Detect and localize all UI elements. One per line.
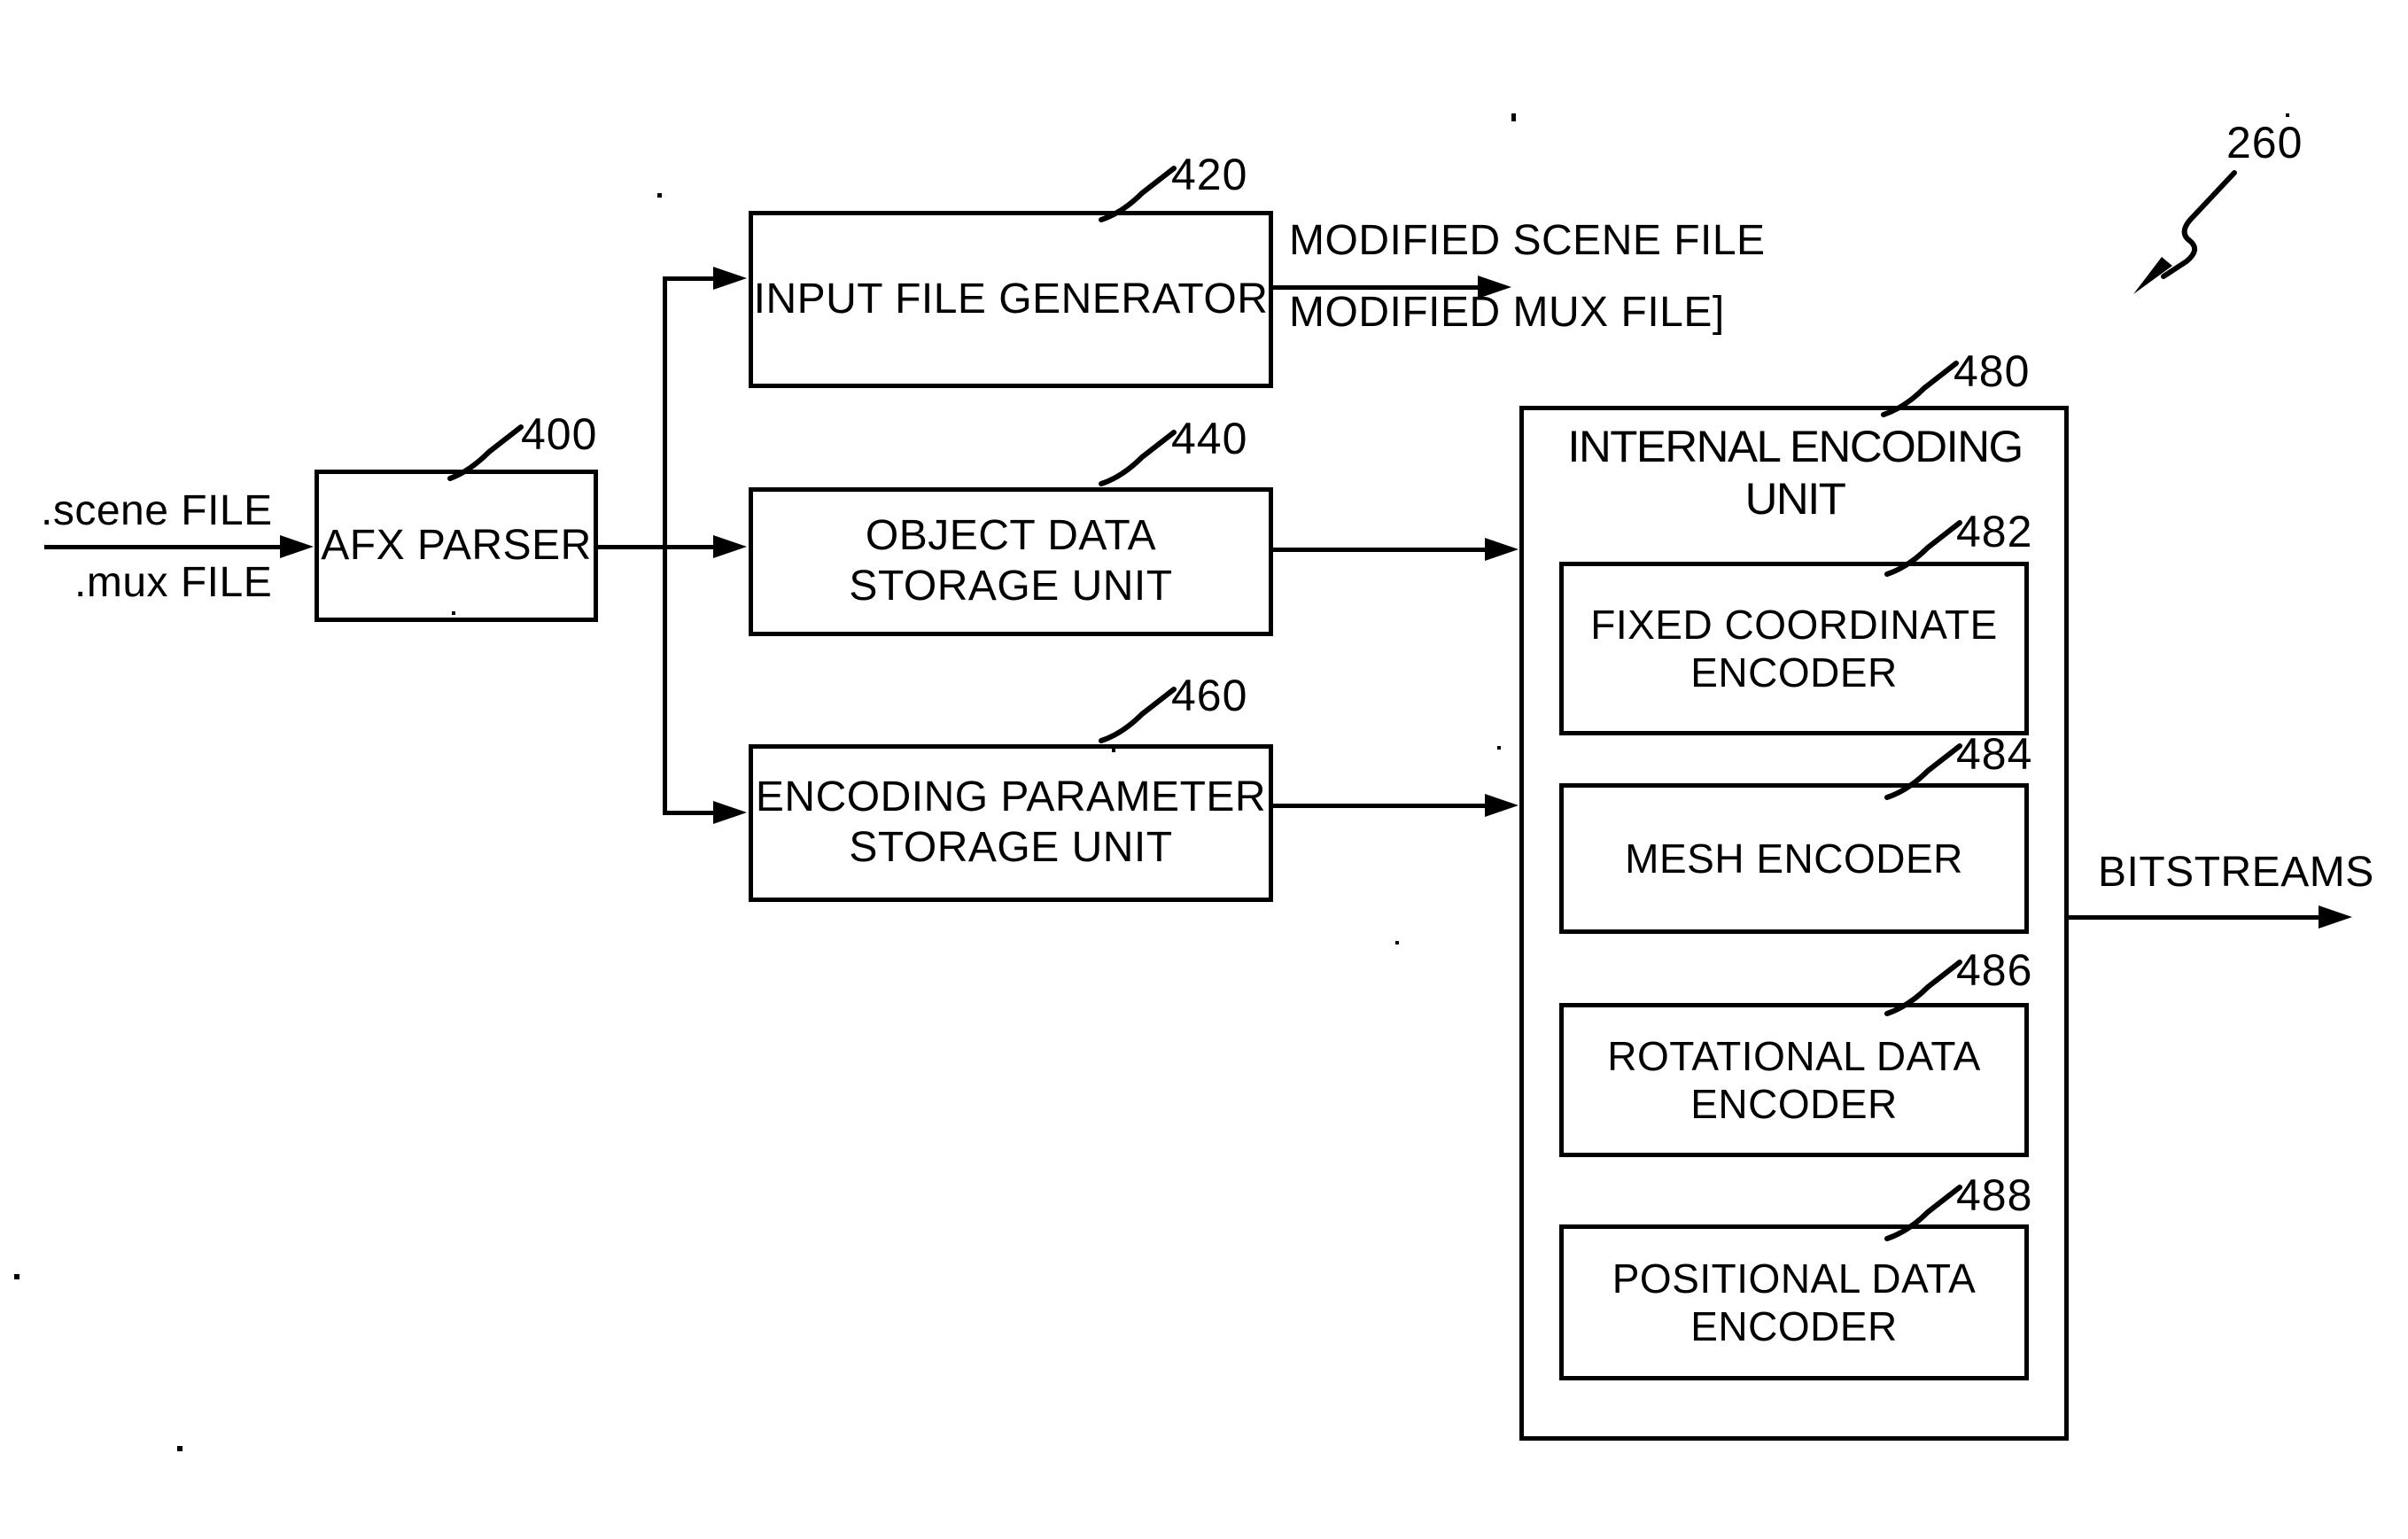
reference-numeral-486: 486 — [1956, 945, 2033, 995]
branch-to-encoding-parameter-storage — [663, 811, 716, 815]
reference-numeral-440: 440 — [1171, 414, 1248, 463]
block-input-file-generator[interactable]: INPUT FILE GENERATOR — [749, 211, 1277, 392]
reference-numeral-482: 482 — [1956, 507, 2033, 556]
block-afx-parser[interactable]: AFX PARSER — [315, 470, 602, 626]
block-rotational-data-encoder-label: ROTATIONAL DATA ENCODER — [1607, 1032, 1981, 1127]
arrowhead-object-data-storage — [713, 535, 747, 558]
block-positional-data-encoder-label: POSITIONAL DATA ENCODER — [1612, 1255, 1977, 1349]
reference-numeral-420: 420 — [1171, 150, 1248, 199]
label-modified-scene-file: MODIFIED SCENE FILE — [1289, 217, 1766, 264]
block-rotational-data-encoder[interactable]: ROTATIONAL DATA ENCODER — [1559, 1003, 2032, 1161]
block-object-data-storage-unit[interactable]: OBJECT DATA STORAGE UNIT — [749, 487, 1277, 640]
label-mux-file: .mux FILE — [74, 559, 273, 606]
arrowhead-object-data-to-encoder — [1485, 538, 1519, 561]
block-encoding-parameter-storage-unit[interactable]: ENCODING PARAMETER STORAGE UNIT — [749, 744, 1277, 906]
label-bitstreams: BITSTREAMS — [2098, 849, 2374, 896]
label-scene-file: .scene FILE — [41, 487, 273, 534]
scan-speck — [452, 611, 455, 615]
scan-speck — [1395, 941, 1399, 944]
label-modified-mux-file: MODIFIED MUX FILE] — [1289, 289, 1725, 336]
reference-numeral-480: 480 — [1954, 346, 2031, 396]
reference-numeral-400: 400 — [521, 409, 598, 459]
reference-numeral-484: 484 — [1956, 729, 2033, 779]
input-connector-line — [44, 545, 282, 549]
scan-speck — [657, 193, 662, 198]
afx-output-stub — [598, 545, 667, 549]
encoding-parameter-to-encoder-line — [1273, 804, 1486, 808]
block-mesh-encoder-label: MESH ENCODER — [1625, 835, 1963, 882]
scan-speck — [177, 1446, 183, 1451]
arrowhead-bitstreams — [2319, 906, 2352, 929]
block-encoding-parameter-storage-unit-label: ENCODING PARAMETER STORAGE UNIT — [755, 773, 1267, 871]
bitstreams-output-line — [2069, 915, 2326, 920]
reference-numeral-460: 460 — [1171, 671, 1248, 720]
branch-to-input-file-generator — [663, 276, 716, 281]
block-object-data-storage-unit-label: OBJECT DATA STORAGE UNIT — [849, 512, 1173, 610]
scan-speck — [14, 1274, 19, 1279]
block-fixed-coordinate-encoder[interactable]: FIXED COORDINATE ENCODER — [1559, 562, 2032, 739]
arrowhead-encoding-parameter-storage — [713, 801, 747, 824]
block-afx-parser-label: AFX PARSER — [321, 521, 592, 569]
block-positional-data-encoder[interactable]: POSITIONAL DATA ENCODER — [1559, 1224, 2032, 1384]
block-input-file-generator-label: INPUT FILE GENERATOR — [753, 275, 1269, 323]
scan-speck — [2286, 113, 2289, 117]
figure-reference-260: 260 — [2226, 118, 2303, 167]
scan-speck — [1497, 746, 1501, 750]
scan-speck — [1112, 749, 1115, 752]
branch-to-object-data-storage — [663, 545, 716, 549]
reference-numeral-488: 488 — [1956, 1170, 2033, 1220]
block-fixed-coordinate-encoder-label: FIXED COORDINATE ENCODER — [1590, 601, 1998, 696]
arrowhead-encoding-parameter-to-encoder — [1485, 794, 1519, 817]
scan-speck — [1511, 113, 1516, 121]
patent-figure-canvas: 260 .scene FILE .mux FILE AFX PARSER 400… — [0, 0, 2408, 1539]
object-data-to-encoder-line — [1273, 548, 1486, 552]
arrowhead-input-file-generator — [713, 267, 747, 290]
input-arrowhead — [280, 535, 314, 558]
